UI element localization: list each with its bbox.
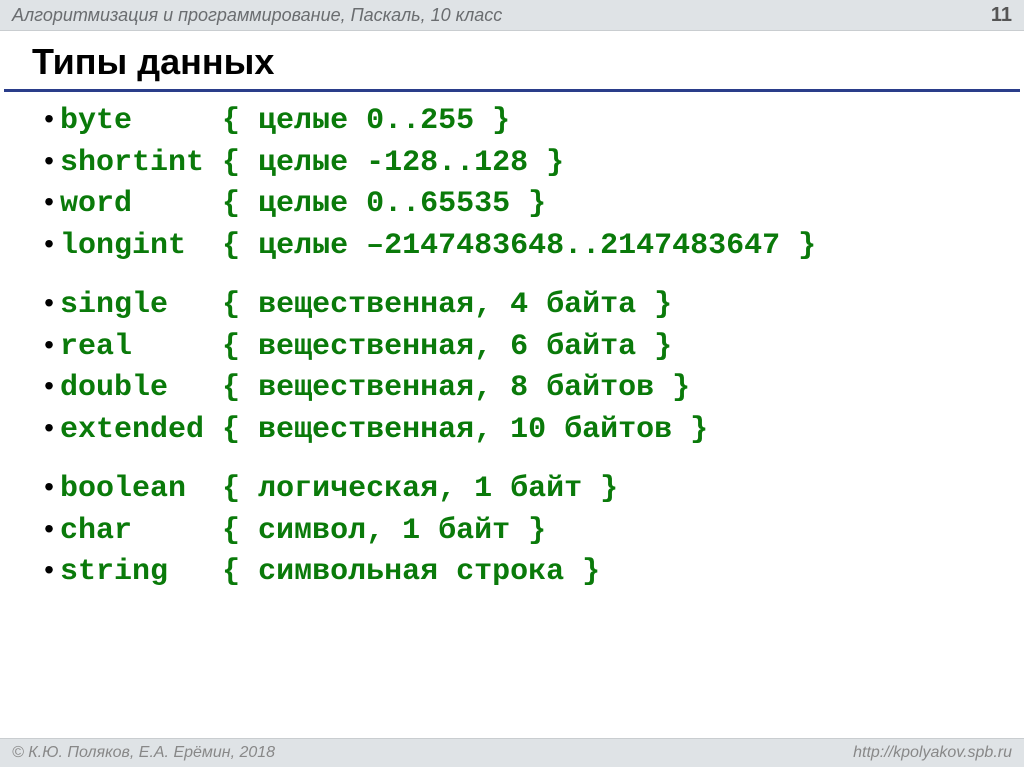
footer-url: http://kpolyakov.spb.ru xyxy=(853,744,1012,762)
bullet-icon: • xyxy=(38,284,60,322)
bullet-icon: • xyxy=(38,142,60,180)
type-name: string xyxy=(60,555,168,589)
type-desc: { целые -128..128 } xyxy=(222,146,564,180)
type-name: single xyxy=(60,288,168,322)
bullet-icon: • xyxy=(38,510,60,548)
type-row: • real { вещественная, 6 байта } xyxy=(60,326,1004,368)
footer-copyright: © К.Ю. Поляков, Е.А. Ерёмин, 2018 xyxy=(12,744,275,762)
type-code: longint { целые –2147483648..2147483647 … xyxy=(60,226,816,267)
type-row: • shortint { целые -128..128 } xyxy=(60,142,1004,184)
type-desc: { целые 0..255 } xyxy=(222,104,510,138)
bullet-icon: • xyxy=(38,183,60,221)
type-code: word { целые 0..65535 } xyxy=(60,184,546,225)
bullet-icon: • xyxy=(38,225,60,263)
bullet-icon: • xyxy=(38,551,60,589)
type-row: • word { целые 0..65535 } xyxy=(60,183,1004,225)
type-desc: { вещественная, 10 байтов } xyxy=(222,413,708,447)
type-name: word xyxy=(60,187,132,221)
bullet-icon: • xyxy=(38,468,60,506)
type-desc: { символьная строка } xyxy=(222,555,600,589)
type-name: shortint xyxy=(60,146,204,180)
type-desc: { целые 0..65535 } xyxy=(222,187,546,221)
type-code: byte { целые 0..255 } xyxy=(60,101,510,142)
type-code: char { символ, 1 байт } xyxy=(60,511,546,552)
type-name: real xyxy=(60,330,132,364)
type-code: double { вещественная, 8 байтов } xyxy=(60,368,690,409)
type-row: • single { вещественная, 4 байта } xyxy=(60,284,1004,326)
page-number: 11 xyxy=(991,4,1012,27)
header-subject: Алгоритмизация и программирование, Паска… xyxy=(12,5,502,26)
bullet-icon: • xyxy=(38,409,60,447)
type-row: • extended { вещественная, 10 байтов } xyxy=(60,409,1004,451)
slide-title: Типы данных xyxy=(4,31,1020,92)
type-code: string { символьная строка } xyxy=(60,552,600,593)
bullet-icon: • xyxy=(38,326,60,364)
bullet-icon: • xyxy=(38,367,60,405)
type-name: double xyxy=(60,371,168,405)
slide-body: • byte { целые 0..255 } • shortint { цел… xyxy=(0,92,1024,593)
type-desc: { целые –2147483648..2147483647 } xyxy=(222,229,816,263)
type-code: real { вещественная, 6 байта } xyxy=(60,327,672,368)
slide-header: Алгоритмизация и программирование, Паска… xyxy=(0,0,1024,31)
type-name: boolean xyxy=(60,472,186,506)
type-row: • string { символьная строка } xyxy=(60,551,1004,593)
type-row: • byte { целые 0..255 } xyxy=(60,100,1004,142)
type-row: • char { символ, 1 байт } xyxy=(60,510,1004,552)
type-desc: { вещественная, 8 байтов } xyxy=(222,371,690,405)
type-name: byte xyxy=(60,104,132,138)
type-desc: { логическая, 1 байт } xyxy=(222,472,618,506)
type-name: char xyxy=(60,514,132,548)
type-desc: { вещественная, 4 байта } xyxy=(222,288,672,322)
slide-footer: © К.Ю. Поляков, Е.А. Ерёмин, 2018 http:/… xyxy=(0,738,1024,767)
type-group-integers: • byte { целые 0..255 } • shortint { цел… xyxy=(60,100,1004,266)
type-row: • longint { целые –2147483648..214748364… xyxy=(60,225,1004,267)
type-group-other: • boolean { логическая, 1 байт } • char … xyxy=(60,468,1004,593)
type-name: extended xyxy=(60,413,204,447)
type-desc: { символ, 1 байт } xyxy=(222,514,546,548)
type-code: extended { вещественная, 10 байтов } xyxy=(60,410,708,451)
type-row: • boolean { логическая, 1 байт } xyxy=(60,468,1004,510)
type-code: boolean { логическая, 1 байт } xyxy=(60,469,618,510)
type-name: longint xyxy=(60,229,186,263)
type-code: shortint { целые -128..128 } xyxy=(60,143,564,184)
type-group-reals: • single { вещественная, 4 байта } • rea… xyxy=(60,284,1004,450)
type-row: • double { вещественная, 8 байтов } xyxy=(60,367,1004,409)
bullet-icon: • xyxy=(38,100,60,138)
type-desc: { вещественная, 6 байта } xyxy=(222,330,672,364)
type-code: single { вещественная, 4 байта } xyxy=(60,285,672,326)
